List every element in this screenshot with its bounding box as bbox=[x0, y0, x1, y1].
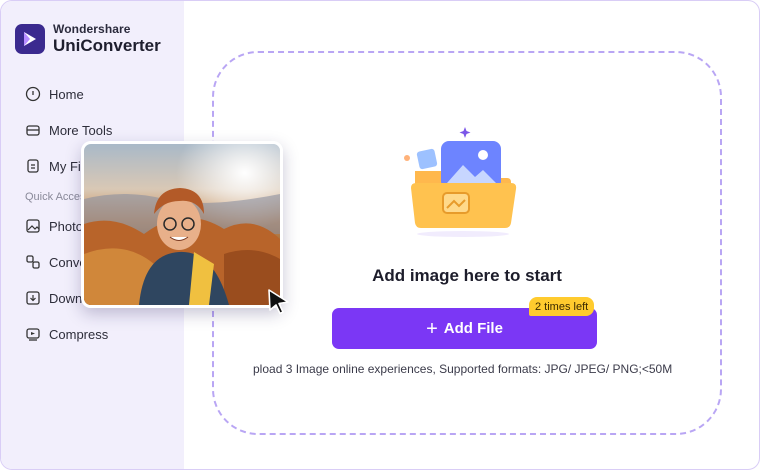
sidebar-item-more-tools[interactable]: More Tools bbox=[25, 120, 112, 140]
file-icon bbox=[25, 158, 41, 174]
sidebar-item-compress[interactable]: Compress bbox=[25, 324, 108, 344]
sidebar-item-my-files[interactable]: My Fil bbox=[25, 156, 84, 176]
upload-folder-icon bbox=[401, 123, 526, 243]
mouse-cursor-icon bbox=[266, 288, 292, 321]
sidebar-item-download[interactable]: Down bbox=[25, 288, 82, 308]
plus-icon: + bbox=[426, 317, 438, 340]
sidebar-item-label: Home bbox=[49, 86, 84, 102]
app-window: Wondershare UniConverter Home More Tools… bbox=[0, 0, 760, 470]
sidebar-item-photo[interactable]: Photo bbox=[25, 216, 83, 236]
sidebar-item-label: Down bbox=[49, 290, 83, 306]
drop-zone-title: Add image here to start bbox=[372, 266, 562, 285]
sidebar-item-label: My Fil bbox=[49, 158, 84, 174]
download-icon bbox=[25, 290, 41, 306]
add-file-label: Add File bbox=[443, 320, 503, 337]
brand-company: Wondershare bbox=[53, 22, 131, 36]
toolbox-icon bbox=[25, 122, 41, 138]
image-drop-zone[interactable] bbox=[212, 51, 722, 435]
uniconverter-logo-icon bbox=[15, 23, 45, 54]
convert-icon bbox=[25, 254, 41, 270]
sidebar-item-label: Compress bbox=[49, 326, 109, 342]
brand-product: UniConverter bbox=[53, 36, 161, 55]
sidebar-item-label: More Tools bbox=[49, 122, 113, 138]
sidebar-item-label: Photo bbox=[49, 218, 83, 234]
sidebar-item-convert[interactable]: Conve bbox=[25, 252, 87, 272]
quick-access-label: Quick Acces bbox=[25, 191, 86, 203]
usage-left-badge: 2 times left bbox=[529, 297, 595, 316]
home-icon bbox=[25, 86, 41, 102]
compress-icon bbox=[25, 326, 41, 342]
brand: Wondershare UniConverter bbox=[15, 23, 161, 54]
image-icon bbox=[25, 218, 41, 234]
supported-formats-text: pload 3 Image online experiences, Suppor… bbox=[253, 362, 673, 376]
sample-photo bbox=[81, 141, 283, 308]
sidebar-item-home[interactable]: Home bbox=[25, 84, 84, 104]
